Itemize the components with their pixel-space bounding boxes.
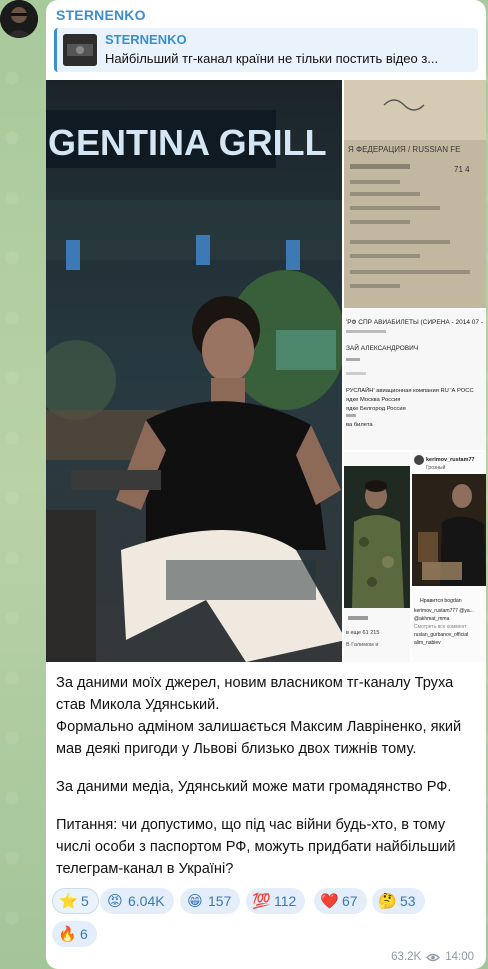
insta-comment-4: ruslan_gurbanov_official	[414, 632, 468, 638]
insta-comment-5: alim_nabiev	[414, 640, 441, 646]
reaction-count: 112	[274, 893, 297, 909]
reaction-star[interactable]: ⭐ 5	[52, 888, 99, 914]
post-paragraph-1: За даними моїх джерел, новим власником т…	[56, 675, 454, 713]
thinking-face-icon: 🤔	[378, 893, 397, 910]
ticket-from: ядке Москва Россия	[346, 397, 400, 403]
post-paragraph-3: За даними медіа, Удянський може мати гро…	[56, 779, 452, 795]
photo-airline-ticket[interactable]: 'РФ СПР АВИАБИЛЕТЫ (СИРЕНА - 2014 07 - З…	[344, 310, 486, 450]
ticket-type: ва билета	[346, 422, 373, 428]
media-album[interactable]: GENTINA GRILL Я ФЕДЕРАЦИЯ / RUSSIAN FE 7…	[46, 80, 486, 662]
reaction-count: 67	[342, 893, 358, 909]
fire-icon: 🔥	[58, 926, 77, 943]
ticket-name: ЗАЙ АЛЕКСАНДРОВИЧ	[346, 343, 418, 352]
message-time: 14:00	[445, 951, 474, 963]
reaction-count: 6	[80, 926, 88, 942]
message-bubble: STERNENKO STERNENKO Найбільший тг-канал …	[46, 0, 486, 969]
photo-instagram-camo[interactable]: в еще 61 215 В Галимом и	[344, 452, 410, 662]
reaction-thinking[interactable]: 🤔 53	[372, 888, 425, 914]
star-icon: ⭐	[59, 893, 78, 910]
photo-restaurant-man[interactable]: GENTINA GRILL	[46, 80, 342, 662]
forward-channel-name: STERNENKO	[105, 32, 187, 47]
reaction-fire[interactable]: 🔥 6	[52, 921, 97, 947]
insta-username: kerimov_rustam77	[426, 457, 475, 463]
message-meta: 63.2K 14:00	[391, 951, 474, 963]
photo-passport-document[interactable]: Я ФЕДЕРАЦИЯ / RUSSIAN FE 71 4	[344, 80, 486, 308]
insta-likes: Нравится bogdan	[420, 598, 462, 604]
forward-text: Найбільший тг-канал країни не тільки пос…	[105, 51, 439, 66]
insta-location: Грозный	[426, 464, 446, 471]
heart-icon: ❤️	[320, 893, 339, 910]
insta-left-caption-2: В Галимом и	[346, 642, 378, 648]
photo-instagram-post[interactable]: kerimov_rustam77 Грозный Нравится bogdan…	[412, 452, 486, 662]
channel-name[interactable]: STERNENKO	[56, 7, 146, 23]
reaction-heart[interactable]: ❤️ 67	[314, 888, 367, 914]
insta-comment-2: @akhmat_mma	[414, 616, 450, 622]
reaction-count: 5	[81, 893, 89, 909]
reaction-count: 157	[208, 893, 232, 909]
post-paragraph-4: Питання: чи допустимо, що під час війни …	[56, 817, 456, 877]
forwarded-message-preview[interactable]: STERNENKO Найбільший тг-канал країни не …	[54, 28, 478, 72]
channel-avatar[interactable]	[0, 0, 38, 38]
views-count: 63.2K	[391, 951, 422, 963]
reaction-angry[interactable]: 😡 6.04K	[100, 888, 174, 914]
angry-face-icon: 😡	[107, 893, 123, 910]
ticket-airline: РУСЛАЙН' авиационная компания RU 'А РОСС	[346, 386, 474, 394]
reaction-count: 6.04K	[128, 893, 165, 909]
hundred-icon: 💯	[252, 893, 271, 910]
reaction-grin[interactable]: 😁 157	[180, 888, 241, 914]
restaurant-sign: GENTINA GRILL	[48, 122, 327, 163]
reaction-hundred[interactable]: 💯 112	[246, 888, 306, 914]
insta-left-caption-1: в еще 61 215	[346, 630, 379, 636]
reaction-count: 53	[400, 893, 416, 909]
ticket-to: ядке Белгород Россия	[346, 406, 406, 412]
passport-number: 71 4	[454, 165, 470, 174]
passport-header: Я ФЕДЕРАЦИЯ / RUSSIAN FE	[348, 145, 460, 154]
insta-comment-1: kerimov_rustam777 @ya...	[414, 608, 474, 614]
ticket-header: 'РФ СПР АВИАБИЛЕТЫ (СИРЕНА - 2014 07 -	[346, 319, 483, 326]
post-text: За даними моїх джерел, новим власником т…	[56, 672, 476, 880]
insta-comment-3: Смотреть все коммент	[414, 624, 467, 630]
eye-icon	[426, 953, 441, 961]
post-paragraph-2: Формально адміном залишається Максим Лав…	[56, 719, 462, 757]
grin-face-icon: 😁	[187, 893, 203, 910]
forward-thumbnail	[63, 34, 97, 66]
